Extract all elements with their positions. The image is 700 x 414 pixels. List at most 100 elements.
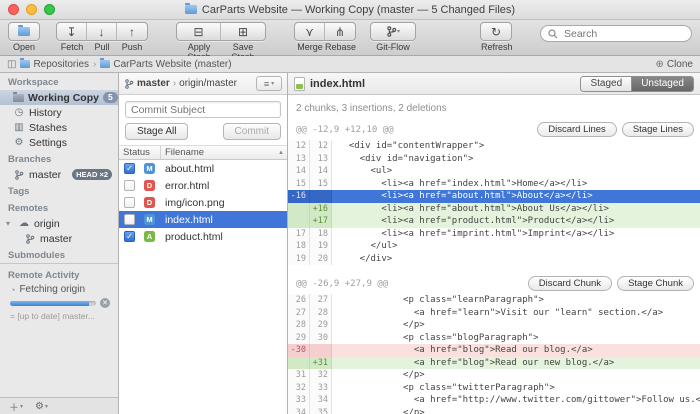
file-row[interactable]: Derror.html — [119, 177, 287, 194]
cancel-fetch-button[interactable]: ✕ — [100, 298, 110, 308]
sidebar-item-stashes[interactable]: ▥ Stashes — [0, 120, 118, 135]
diff-line[interactable]: 3435 </p> — [288, 407, 700, 414]
search-input[interactable] — [562, 27, 684, 41]
diff-line[interactable]: +16 <li><a href="about.html">About Us</a… — [288, 203, 700, 216]
sidebar-item-remote-origin[interactable]: ▾ ☁ origin — [0, 216, 118, 231]
stage-checkbox[interactable] — [124, 214, 135, 225]
submodules-section-header: Submodules — [0, 246, 118, 263]
diff-line[interactable]: +17 <li><a href="product.html">Product</… — [288, 215, 700, 228]
sidebar-item-branch-master[interactable]: master HEAD ×2 — [0, 167, 118, 182]
diff-line-text: <a href="blog">Read our blog.</a> — [332, 344, 593, 357]
close-button[interactable] — [8, 4, 19, 15]
staged-tab[interactable]: Staged — [581, 77, 632, 91]
diff-chunk-2: @@ -26,9 +27,9 @@ Discard Chunk Stage Ch… — [288, 275, 700, 414]
current-branch-label[interactable]: master — [137, 78, 170, 89]
filename-column-header[interactable]: Filename ▲ — [161, 147, 287, 158]
stage-checkbox[interactable] — [124, 197, 135, 208]
stage-checkbox[interactable]: ✓ — [124, 231, 135, 242]
diff-line[interactable]: 1515 <li><a href="index.html">Home</a></… — [288, 178, 700, 191]
diff-line-text: <li><a href="about.html">About</a></li> — [332, 190, 593, 203]
diff-line[interactable]: 3334 <a href="http://www.twitter.com/git… — [288, 394, 700, 407]
tags-section-header: Tags — [0, 182, 118, 199]
fetch-button[interactable]: ↧ — [57, 23, 87, 40]
tracking-branch-label[interactable]: origin/master — [179, 78, 237, 89]
diff-line[interactable]: 1920 </div> — [288, 253, 700, 266]
diff-line[interactable]: +31 <a href="blog">Read our new blog.</a… — [288, 357, 700, 370]
commit-button[interactable]: Commit — [223, 123, 281, 140]
discard-lines-button[interactable]: Discard Lines — [537, 122, 617, 137]
diff-line-text: </ul> — [332, 240, 398, 253]
save-stash-button[interactable]: ⊞ — [221, 23, 265, 40]
stage-lines-button[interactable]: Stage Lines — [622, 122, 694, 137]
merge-button[interactable]: ⋎ — [295, 23, 325, 40]
sidebar-item-remote-master[interactable]: master — [0, 231, 118, 246]
diff-line[interactable]: 1212 <div id="contentWrapper"> — [288, 140, 700, 153]
stage-checkbox[interactable] — [124, 180, 135, 191]
diff-line[interactable]: 2728 <a href="learn">Visit our "learn" s… — [288, 307, 700, 320]
commit-subject-input[interactable] — [125, 101, 281, 118]
diff-line[interactable]: 3233 <p class="twitterParagraph"> — [288, 382, 700, 395]
title-bar[interactable]: CarParts Website — Working Copy (master … — [0, 0, 700, 20]
stage-checkbox[interactable]: ✓ — [124, 163, 135, 174]
rebase-button[interactable]: ⋔ — [325, 23, 355, 40]
sidebar-item-history[interactable]: ◷ History — [0, 105, 118, 120]
discard-chunk-button[interactable]: Discard Chunk — [528, 276, 612, 291]
open-button[interactable] — [9, 23, 39, 40]
file-row[interactable]: ✓Mabout.html — [119, 160, 287, 177]
diff-line[interactable]: 1414 <ul> — [288, 165, 700, 178]
file-name: error.html — [165, 180, 209, 192]
diff-line-text: <div id="navigation"> — [332, 153, 473, 166]
diff-line[interactable]: 1718 <li><a href="imprint.html">Imprint<… — [288, 228, 700, 241]
diff-line[interactable]: 3132 </p> — [288, 369, 700, 382]
refresh-button[interactable]: ↻ — [481, 23, 511, 40]
stage-all-button[interactable]: Stage All — [125, 123, 188, 140]
old-line-number: 19 — [288, 253, 310, 266]
diff-line[interactable]: 2930 <p class="blogParagraph"> — [288, 332, 700, 345]
diff-line[interactable]: 2829 </p> — [288, 319, 700, 332]
new-line-number: 30 — [310, 332, 332, 345]
breadcrumb-current-repo[interactable]: CarParts Website (master) — [100, 59, 231, 70]
file-list-header[interactable]: Status Filename ▲ — [119, 145, 287, 160]
apply-stash-button[interactable]: ⊟ — [177, 23, 221, 40]
diff-filename: index.html — [310, 78, 365, 90]
diff-line-text: <p class="learnParagraph"> — [332, 294, 544, 307]
view-options-button[interactable]: ≡▾ — [256, 76, 282, 91]
diff-line[interactable]: 2627 <p class="learnParagraph"> — [288, 294, 700, 307]
sidebar-item-working-copy[interactable]: Working Copy 5 — [0, 90, 118, 105]
remote-branch-icon — [24, 234, 36, 244]
apply-stash-icon: ⊟ — [193, 25, 203, 39]
action-caret-icon: ▾ — [45, 403, 48, 410]
commit-panel: master › origin/master ≡▾ Stage All Comm… — [119, 73, 288, 414]
search-field[interactable] — [540, 25, 692, 42]
old-line-number — [288, 357, 310, 370]
clone-button[interactable]: ⊕ Clone — [655, 59, 693, 70]
new-line-number: 18 — [310, 228, 332, 241]
file-status-badge: M — [144, 163, 155, 174]
disclosure-triangle-icon[interactable]: ▾ — [6, 219, 14, 228]
status-column-header[interactable]: Status — [119, 146, 161, 159]
diff-line[interactable]: 1313 <div id="navigation"> — [288, 153, 700, 166]
action-menu-button[interactable]: ⚙▾ — [35, 401, 48, 412]
diff-line[interactable]: -16 <li><a href="about.html">About</a></… — [288, 190, 700, 203]
diff-line-text: </p> — [332, 319, 425, 332]
zoom-button[interactable] — [44, 4, 55, 15]
sidebar-toggle-icon[interactable]: ◫ — [7, 59, 16, 70]
file-row[interactable]: Dimg/icon.png — [119, 194, 287, 211]
file-row[interactable]: ✓Aproduct.html — [119, 228, 287, 245]
diff-line[interactable]: 1819 </ul> — [288, 240, 700, 253]
diff-line-text: <li><a href="about.html">About Us</a></l… — [332, 203, 609, 216]
add-button[interactable]: ＋▾ — [9, 399, 23, 414]
push-icon: ↑ — [129, 25, 135, 39]
sidebar-item-settings[interactable]: ⚙ Settings — [0, 135, 118, 150]
remotes-section-header: Remotes — [0, 199, 118, 216]
diff-line[interactable]: -30 <a href="blog">Read our blog.</a> — [288, 344, 700, 357]
unstaged-tab[interactable]: Unstaged — [632, 77, 693, 91]
stage-chunk-button[interactable]: Stage Chunk — [617, 276, 694, 291]
breadcrumb-repositories[interactable]: Repositories — [20, 59, 89, 70]
git-flow-button[interactable]: ▾ — [371, 23, 415, 40]
push-button[interactable]: ↑ — [117, 23, 147, 40]
pull-button[interactable]: ↓ — [87, 23, 117, 40]
minimize-button[interactable] — [26, 4, 37, 15]
file-row[interactable]: Mindex.html — [119, 211, 287, 228]
progress-fill — [10, 301, 89, 306]
